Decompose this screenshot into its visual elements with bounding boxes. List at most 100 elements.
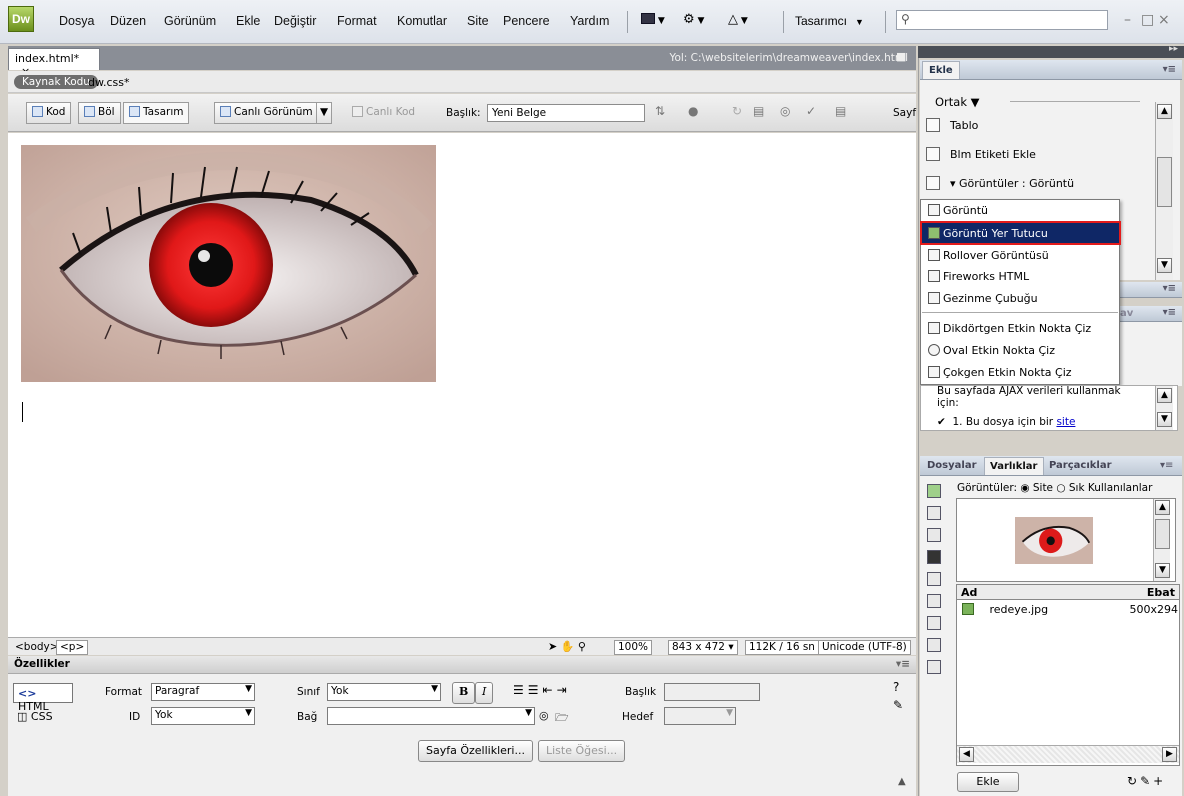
refresh-icon[interactable]: ↻ <box>732 104 742 118</box>
menu-yardim[interactable]: Yardım <box>570 14 609 28</box>
insert-asset-button[interactable]: Ekle <box>957 772 1019 792</box>
list-indent-buttons[interactable]: ☰☰⇤⇥ <box>513 683 571 697</box>
window-size[interactable]: 843 x 472 ▾ <box>668 640 738 655</box>
assets-templates-icon[interactable] <box>927 638 941 652</box>
code-view-button[interactable]: Kod <box>26 102 72 124</box>
live-view-button[interactable]: Canlı Görünüm <box>214 102 319 124</box>
dropdown-image-placeholder[interactable]: Görüntü Yer Tutucu <box>928 227 1048 240</box>
target-select[interactable]: ▼ <box>664 707 736 725</box>
assets-scripts-icon[interactable] <box>927 616 941 630</box>
link-input[interactable]: ▼ <box>327 707 535 725</box>
list-item-button[interactable]: Liste Öğesi... <box>538 740 626 762</box>
assets-colors-icon[interactable] <box>927 506 941 520</box>
assets-shockwave-icon[interactable] <box>927 572 941 586</box>
html-mode-tab[interactable]: <> HTML <box>13 683 73 713</box>
menu-pencere[interactable]: Pencere <box>503 14 550 28</box>
menu-ekle[interactable]: Ekle <box>236 14 260 28</box>
check-browser-icon[interactable]: ▤ <box>835 104 846 118</box>
dropdown-image[interactable]: Görüntü <box>928 204 988 217</box>
minimize-button[interactable]: – <box>1124 12 1131 28</box>
browse-folder-icon[interactable]: 🗁 <box>555 709 569 728</box>
scroll-up-button[interactable]: ▲ <box>1155 500 1170 515</box>
visual-aids-icon[interactable]: ◎ <box>780 104 790 118</box>
format-select[interactable]: Paragraf ▼ <box>151 683 255 701</box>
related-css-file[interactable]: dw.css* <box>88 76 129 89</box>
file-management-icon[interactable]: ⇅ <box>655 104 665 118</box>
radio-favorites[interactable]: ○ Sık Kullanılanlar <box>1056 482 1152 494</box>
class-select[interactable]: Yok ▼ <box>327 683 441 701</box>
workspace-switcher[interactable]: Tasarımcı ▼ <box>795 14 864 28</box>
scroll-left-button[interactable]: ◀ <box>959 747 974 762</box>
italic-button[interactable]: I <box>475 682 494 704</box>
page-properties-button[interactable]: Sayfa Özellikleri... <box>418 740 533 762</box>
document-title-input[interactable]: Yeni Belge <box>487 104 645 122</box>
preview-browser-icon[interactable]: ● <box>688 104 698 118</box>
dropdown-rect-hotspot[interactable]: Dikdörtgen Etkin Nokta Çiz <box>928 322 1091 335</box>
title-field[interactable] <box>664 683 760 701</box>
hand-icon[interactable]: ✋ <box>561 640 575 653</box>
tag-p[interactable]: <p> <box>56 640 89 655</box>
insert-category-menu[interactable]: Ortak ▼ <box>935 95 980 109</box>
split-view-button[interactable]: Böl <box>78 102 121 124</box>
extend-menu-button[interactable]: ⚙ ▼ <box>683 12 704 27</box>
design-view-button[interactable]: Tasarım <box>123 102 190 124</box>
site-link[interactable]: site <box>1056 416 1075 428</box>
layout-menu-button[interactable]: ▼ <box>641 13 673 29</box>
dropdown-oval-hotspot[interactable]: Oval Etkin Nokta Çiz <box>928 344 1055 357</box>
insert-panel-tab[interactable]: Ekle <box>922 61 960 79</box>
select-hand-zoom-tools[interactable]: ➤ ✋ ⚲ <box>548 640 610 655</box>
dropdown-navbar[interactable]: Gezinme Çubuğu <box>928 292 1038 305</box>
maximize-button[interactable]: □ <box>1141 12 1154 28</box>
scroll-down-button[interactable]: ▼ <box>1155 563 1170 578</box>
search-input[interactable]: ⚲ <box>896 10 1108 30</box>
insert-div-item[interactable]: Blm Etiketi Ekle <box>926 147 1036 161</box>
live-view-dropdown[interactable]: ▼ <box>316 102 333 124</box>
tab-index-html[interactable]: index.html* × <box>8 48 100 78</box>
menu-site[interactable]: Site <box>467 14 489 28</box>
scroll-right-button[interactable]: ▶ <box>1162 747 1177 762</box>
ordered-list-icon[interactable]: ☰ <box>528 683 543 697</box>
menu-format[interactable]: Format <box>337 14 377 28</box>
close-button[interactable]: × <box>1158 12 1170 28</box>
panel-menu-icon[interactable]: ▾≡ <box>1163 64 1176 75</box>
assets-images-icon[interactable] <box>927 484 941 498</box>
indent-icon[interactable]: ⇥ <box>557 683 571 697</box>
scroll-up-button[interactable]: ▲ <box>1157 104 1172 119</box>
related-source-code[interactable]: Kaynak Kodu <box>14 75 98 89</box>
live-code-button[interactable]: Canlı Kod <box>346 102 421 124</box>
ajax-scrollbar[interactable]: ▲ ▼ <box>1155 386 1173 430</box>
menu-duzen[interactable]: Düzen <box>110 14 146 28</box>
help-icon[interactable]: ? <box>893 680 899 694</box>
validate-icon[interactable]: ✓ <box>806 104 816 118</box>
collapse-properties-icon[interactable]: ▲ <box>898 776 906 787</box>
dropdown-poly-hotspot[interactable]: Çokgen Etkin Nokta Çiz <box>928 366 1072 379</box>
quick-tag-icon[interactable]: ✎ <box>893 698 903 712</box>
menu-degistir[interactable]: Değiştir <box>274 14 316 28</box>
insert-panel-header[interactable]: Ekle ▾≡ <box>920 60 1182 80</box>
tag-body[interactable]: <body> <box>11 640 63 655</box>
panel-menu-icon[interactable]: ▾≡ <box>1160 460 1173 471</box>
scroll-down-button[interactable]: ▼ <box>1157 412 1172 427</box>
add-favorite-icon[interactable]: + <box>1153 774 1166 788</box>
list-item[interactable]: redeye.jpg 500x294 <box>962 603 1178 619</box>
restore-doc-icon[interactable]: ■ <box>896 50 906 63</box>
menu-dosya[interactable]: Dosya <box>59 14 94 28</box>
col-size-header[interactable]: Ebat <box>1147 586 1175 599</box>
properties-header[interactable]: Özellikler ▾≡ <box>8 656 916 674</box>
assets-movies-icon[interactable] <box>927 594 941 608</box>
scroll-up-button[interactable]: ▲ <box>1157 388 1172 403</box>
menu-gorunum[interactable]: Görünüm <box>164 14 216 28</box>
insert-scrollbar[interactable]: ▲ ▼ <box>1155 102 1173 280</box>
menu-komutlar[interactable]: Komutlar <box>397 14 447 28</box>
dropdown-rollover[interactable]: Rollover Görüntüsü <box>928 249 1049 262</box>
tab-snippets[interactable]: Parçacıklar <box>1044 457 1117 475</box>
insert-images-item[interactable]: ▾ Görüntüler : Görüntü <box>926 176 1074 190</box>
dock-collapse-bar[interactable]: ▸▸ <box>918 44 1184 58</box>
view-options-icon[interactable]: ▤ <box>753 104 764 118</box>
preview-scrollbar[interactable]: ▲ ▼ <box>1153 499 1170 581</box>
scroll-thumb[interactable] <box>1155 519 1170 549</box>
scroll-down-button[interactable]: ▼ <box>1157 258 1172 273</box>
zoom-icon[interactable]: ⚲ <box>578 640 586 653</box>
dropdown-fireworks[interactable]: Fireworks HTML <box>928 270 1029 283</box>
assets-urls-icon[interactable] <box>927 528 941 542</box>
